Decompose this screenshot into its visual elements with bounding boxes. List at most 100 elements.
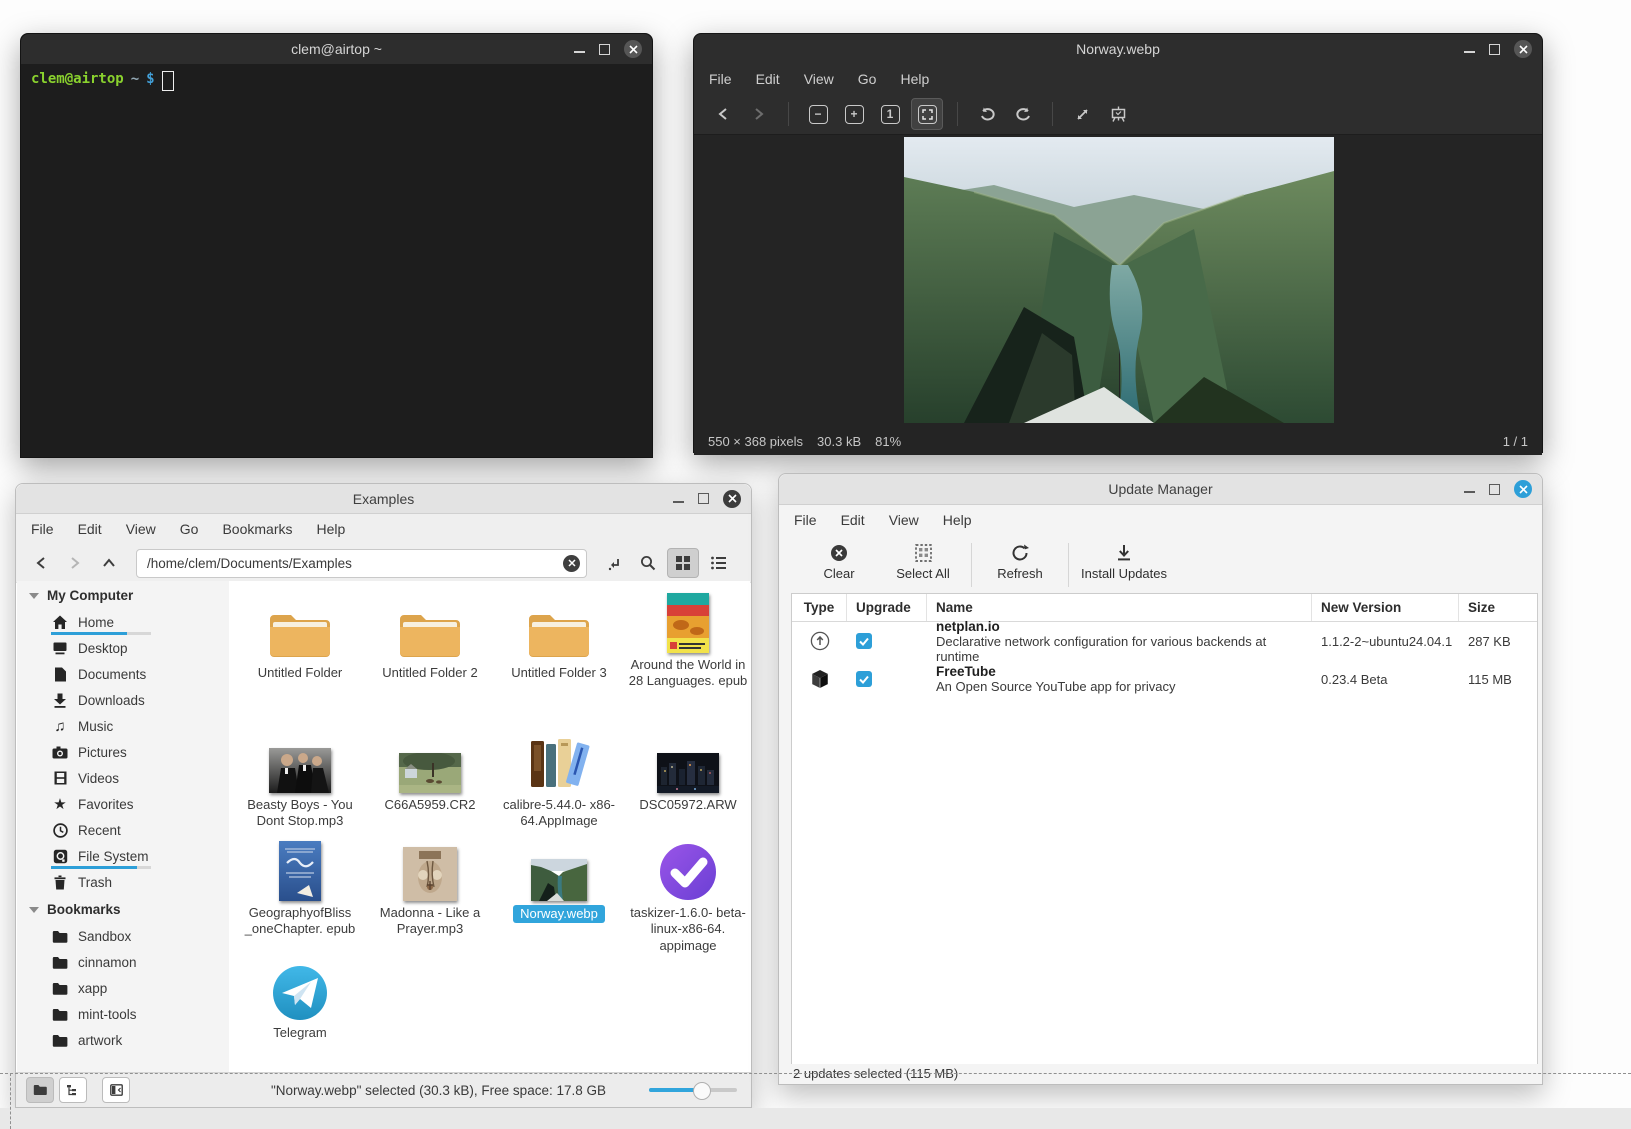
forward-button[interactable] xyxy=(60,549,90,577)
minimize-button[interactable] xyxy=(574,51,585,53)
places-toggle-button[interactable] xyxy=(26,1077,54,1103)
sidebar-item-trash[interactable]: Trash xyxy=(17,869,229,895)
minimize-button[interactable] xyxy=(673,501,684,503)
hide-sidebar-button[interactable] xyxy=(102,1077,130,1103)
slider-track[interactable] xyxy=(649,1088,737,1092)
file-item[interactable]: Untitled Folder 3 xyxy=(497,599,621,681)
file-item[interactable]: C66A5959.CR2 xyxy=(368,731,492,813)
file-item[interactable]: Untitled Folder 2 xyxy=(368,599,492,681)
slider-knob[interactable] xyxy=(693,1082,711,1100)
sidebar-item-home[interactable]: Home xyxy=(17,609,229,635)
zoom-in-button[interactable]: + xyxy=(839,99,869,129)
menu-view[interactable]: View xyxy=(126,521,156,537)
column-size[interactable]: Size xyxy=(1459,594,1537,621)
files-titlebar[interactable]: Examples xyxy=(16,484,751,514)
sidebar-item-recent[interactable]: Recent xyxy=(17,817,229,843)
location-input[interactable]: /home/clem/Documents/Examples xyxy=(136,549,587,578)
menu-go[interactable]: Go xyxy=(180,521,199,537)
file-item[interactable]: Untitled Folder xyxy=(238,599,362,681)
file-item[interactable]: Norway.webp xyxy=(497,839,621,923)
maximize-button[interactable] xyxy=(1489,484,1500,495)
sidebar-item-xapp[interactable]: xapp xyxy=(17,975,229,1001)
close-button[interactable] xyxy=(723,490,741,508)
sidebar-item-sandbox[interactable]: Sandbox xyxy=(17,923,229,949)
minimize-button[interactable] xyxy=(1464,491,1475,493)
sidebar-item-documents[interactable]: Documents xyxy=(17,661,229,687)
maximize-button[interactable] xyxy=(698,493,709,504)
treeview-toggle-button[interactable] xyxy=(59,1077,87,1103)
zoom-normal-button[interactable]: 1 xyxy=(875,99,905,129)
files-grid[interactable]: Untitled Folder Untitled Folder 2 Untitl… xyxy=(229,581,750,1073)
viewer-canvas[interactable] xyxy=(694,135,1542,427)
menu-help[interactable]: Help xyxy=(900,71,929,87)
maximize-button[interactable] xyxy=(599,44,610,55)
expander-icon[interactable] xyxy=(29,907,39,913)
clear-location-button[interactable] xyxy=(563,555,580,572)
icon-zoom-slider[interactable] xyxy=(649,1078,737,1102)
sidebar-item-music[interactable]: ♫ Music xyxy=(17,713,229,739)
viewer-titlebar[interactable]: Norway.webp xyxy=(694,34,1542,64)
minimize-button[interactable] xyxy=(1464,51,1475,53)
column-type[interactable]: Type xyxy=(792,594,847,621)
sidebar-item-cinnamon[interactable]: cinnamon xyxy=(17,949,229,975)
refresh-button[interactable]: Refresh xyxy=(978,541,1062,583)
file-item[interactable]: Madonna - Like a Prayer.mp3 xyxy=(368,839,492,938)
rotate-ccw-button[interactable] xyxy=(972,99,1002,129)
menu-file[interactable]: File xyxy=(794,512,817,528)
expander-icon[interactable] xyxy=(29,593,39,599)
install-updates-button[interactable]: Install Updates xyxy=(1075,541,1173,583)
menu-help[interactable]: Help xyxy=(317,521,346,537)
upgrade-checkbox[interactable] xyxy=(856,671,872,687)
maximize-button[interactable] xyxy=(1489,44,1500,55)
file-item[interactable]: calibre-5.44.0- x86-64.AppImage xyxy=(497,731,621,830)
file-item[interactable]: Beasty Boys - You Dont Stop.mp3 xyxy=(238,731,362,830)
close-button[interactable] xyxy=(624,40,642,58)
terminal-screen[interactable]: clem@airtop~$ xyxy=(21,64,652,98)
update-row[interactable]: netplan.ioDeclarative network configurat… xyxy=(792,622,1537,660)
menu-file[interactable]: File xyxy=(709,71,732,87)
select-all-button[interactable]: Select All xyxy=(881,541,965,583)
best-fit-button[interactable] xyxy=(911,98,943,130)
list-view-button[interactable] xyxy=(703,549,733,577)
column-upgrade[interactable]: Upgrade xyxy=(847,594,927,621)
clear-button[interactable]: Clear xyxy=(797,541,881,583)
grid-view-button[interactable] xyxy=(667,548,699,578)
column-name[interactable]: Name xyxy=(927,594,1312,621)
menu-edit[interactable]: Edit xyxy=(841,512,865,528)
search-button[interactable] xyxy=(633,549,663,577)
updates-titlebar[interactable]: Update Manager xyxy=(779,474,1542,505)
sidebar-section-bookmarks[interactable]: Bookmarks xyxy=(17,895,229,923)
rotate-cw-button[interactable] xyxy=(1008,99,1038,129)
sidebar-item-favorites[interactable]: ★ Favorites xyxy=(17,791,229,817)
sidebar-item-downloads[interactable]: Downloads xyxy=(17,687,229,713)
close-button[interactable] xyxy=(1514,40,1532,58)
file-item[interactable]: GeographyofBliss _oneChapter. epub xyxy=(238,839,362,938)
back-button[interactable] xyxy=(26,549,56,577)
file-item[interactable]: Telegram xyxy=(238,959,362,1041)
terminal-titlebar[interactable]: clem@airtop ~ xyxy=(21,34,652,64)
file-item[interactable]: Around the World in 28 Languages. epub xyxy=(626,591,750,690)
update-row[interactable]: FreeTubeAn Open Source YouTube app for p… xyxy=(792,660,1537,698)
close-button[interactable] xyxy=(1514,480,1532,498)
menu-edit[interactable]: Edit xyxy=(78,521,102,537)
sidebar-section-computer[interactable]: My Computer xyxy=(17,581,229,609)
toggle-location-entry-button[interactable] xyxy=(599,549,629,577)
sidebar-item-mint-tools[interactable]: mint-tools xyxy=(17,1001,229,1027)
file-item[interactable]: DSC05972.ARW xyxy=(626,731,750,813)
menu-file[interactable]: File xyxy=(31,521,54,537)
previous-image-button[interactable] xyxy=(708,99,738,129)
sidebar-item-pictures[interactable]: Pictures xyxy=(17,739,229,765)
file-item[interactable]: taskizer-1.6.0- beta-linux-x86-64. appim… xyxy=(626,839,750,954)
sidebar-item-filesystem[interactable]: File System xyxy=(17,843,229,869)
next-image-button[interactable] xyxy=(744,99,774,129)
menu-view[interactable]: View xyxy=(804,71,834,87)
sidebar-item-artwork[interactable]: artwork xyxy=(17,1027,229,1053)
menu-help[interactable]: Help xyxy=(943,512,972,528)
menu-bookmarks[interactable]: Bookmarks xyxy=(222,521,292,537)
up-button[interactable] xyxy=(94,549,124,577)
upgrade-checkbox[interactable] xyxy=(856,633,872,649)
column-new-version[interactable]: New Version xyxy=(1312,594,1459,621)
menu-go[interactable]: Go xyxy=(858,71,877,87)
menu-edit[interactable]: Edit xyxy=(756,71,780,87)
fullscreen-button[interactable] xyxy=(1067,99,1097,129)
